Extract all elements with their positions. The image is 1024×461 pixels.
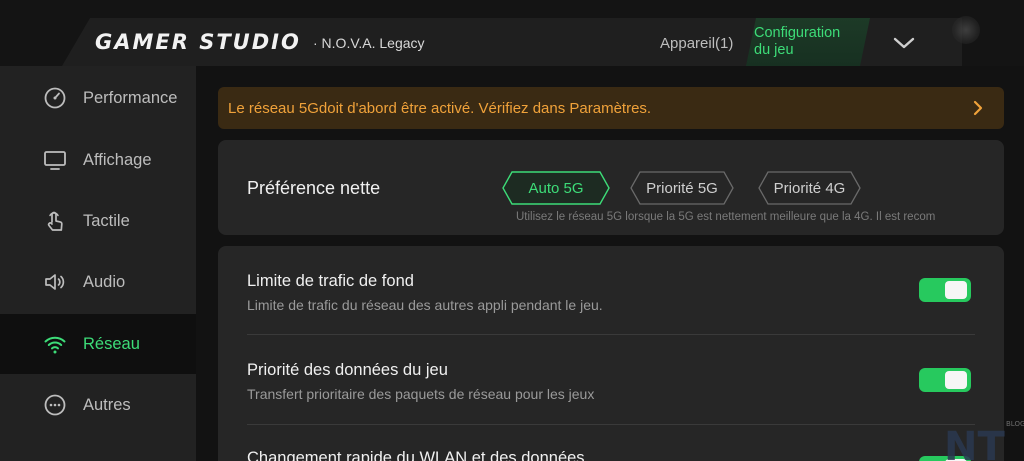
tab-game-config-line2: du jeu xyxy=(754,42,794,58)
setting-title: Changement rapide du WLAN et des données xyxy=(247,449,585,461)
network-preference-hint: Utilisez le réseau 5G lorsque la 5G est … xyxy=(516,211,936,223)
option-label: Priorité 5G xyxy=(646,179,718,197)
network-preference-title: Préférence nette xyxy=(247,178,381,198)
setting-title: Limite de trafic de fond xyxy=(247,272,414,290)
divider xyxy=(247,334,975,335)
speedometer-icon xyxy=(44,87,66,109)
sidebar-item-label: Performance xyxy=(83,88,178,107)
setting-row: Priorité des données du jeu Transfert pr… xyxy=(247,361,975,402)
network-settings-card: Limite de trafic de fond Limite de trafi… xyxy=(218,246,1004,461)
background-traffic-limit-toggle[interactable] xyxy=(919,278,971,302)
sidebar-item-touch[interactable]: Tactile xyxy=(0,191,196,251)
setting-description: Limite de trafic du réseau des autres ap… xyxy=(247,297,603,313)
game-name: · N.O.V.A. Legacy xyxy=(313,35,425,51)
sidebar-item-label: Autres xyxy=(83,395,131,414)
sidebar: Performance Affichage Tactile Audio Rése… xyxy=(0,66,196,461)
watermark-small-text: BLOG xyxy=(1006,420,1024,428)
setting-row: Limite de trafic de fond Limite de trafi… xyxy=(247,272,975,313)
tab-device[interactable]: Appareil(1) xyxy=(660,35,733,52)
option-label: Auto 5G xyxy=(528,179,584,197)
setting-title: Priorité des données du jeu xyxy=(247,361,448,379)
top-bar: GAMER STUDIO · N.O.V.A. Legacy Appareil(… xyxy=(0,0,1024,66)
more-icon xyxy=(44,394,66,416)
warning-text: Le réseau 5Gdoit d'abord être activé. Vé… xyxy=(228,100,652,117)
sidebar-item-label: Tactile xyxy=(83,211,130,230)
option-label: Priorité 4G xyxy=(773,179,846,197)
sidebar-item-others[interactable]: Autres xyxy=(0,375,196,435)
option-priority-4g[interactable]: Priorité 4G xyxy=(758,171,861,205)
touch-icon xyxy=(47,211,63,231)
monitor-icon xyxy=(44,151,66,170)
game-data-priority-toggle[interactable] xyxy=(919,368,971,392)
chevron-right-icon xyxy=(973,100,983,116)
tab-game-config-line1: Configuration xyxy=(754,25,841,41)
sidebar-item-label: Audio xyxy=(83,272,126,291)
sidebar-item-network[interactable]: Réseau xyxy=(0,314,196,374)
setting-description: Transfert prioritaire des paquets de rés… xyxy=(247,386,595,402)
tab-game-config[interactable]: Configuration du jeu xyxy=(746,18,870,66)
setting-row: Changement rapide du WLAN et des données xyxy=(247,449,975,461)
toggle-knob xyxy=(945,281,967,299)
option-auto-5g[interactable]: Auto 5G xyxy=(502,171,610,205)
sidebar-item-label: Réseau xyxy=(83,334,140,353)
network-preference-card: Préférence nette Auto 5G Priorité 5G Pri… xyxy=(218,140,1004,235)
option-priority-5g[interactable]: Priorité 5G xyxy=(630,171,734,205)
chevron-down-icon[interactable] xyxy=(892,34,916,52)
brand-logo: GAMER STUDIO xyxy=(95,30,301,54)
speaker-icon xyxy=(45,274,65,290)
status-dot-icon xyxy=(952,16,980,44)
sidebar-item-performance[interactable]: Performance xyxy=(0,68,196,128)
sidebar-item-display[interactable]: Affichage xyxy=(0,130,196,190)
network-warning-banner[interactable]: Le réseau 5Gdoit d'abord être activé. Vé… xyxy=(218,87,1004,129)
wifi-icon xyxy=(44,336,66,354)
watermark-text: NT xyxy=(944,424,1005,461)
blog-watermark-logo: NT BLOG xyxy=(944,420,1024,461)
divider xyxy=(247,424,975,425)
sidebar-item-label: Affichage xyxy=(83,150,152,169)
sidebar-item-audio[interactable]: Audio xyxy=(0,252,196,312)
toggle-knob xyxy=(945,371,967,389)
